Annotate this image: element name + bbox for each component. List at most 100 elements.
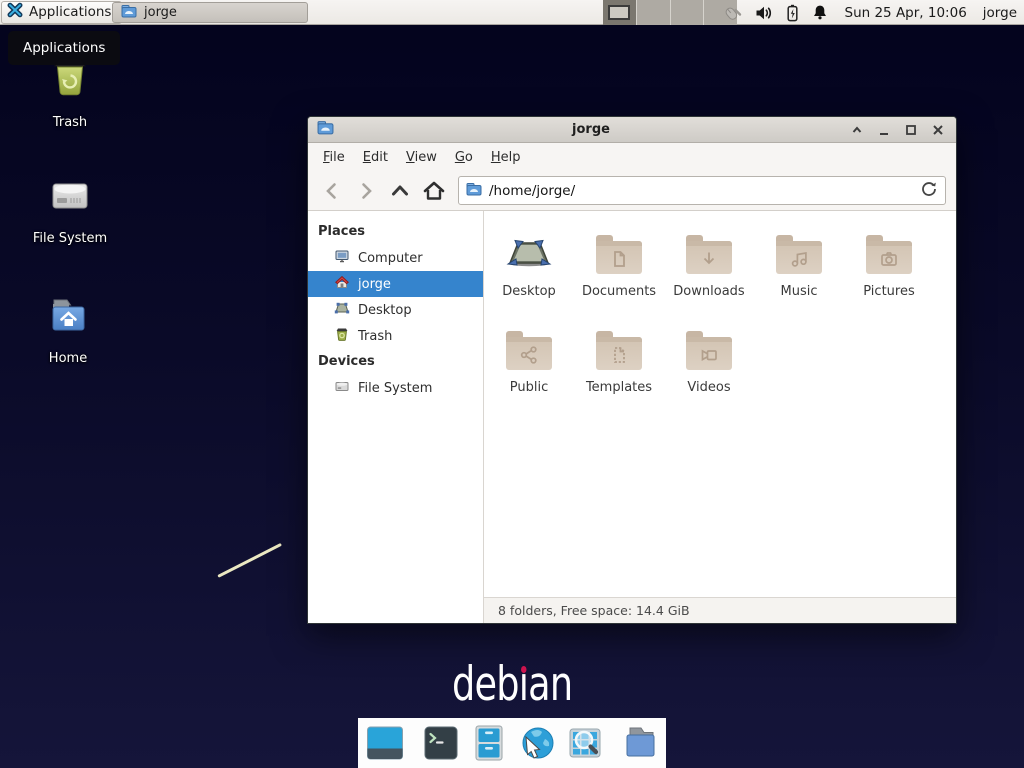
web-browser-icon[interactable] [517,723,557,763]
file-manager-window: jorge File Edit View Go Help [307,116,957,624]
home-button[interactable] [420,177,448,205]
workspace-window-preview [608,5,630,20]
file-label: Pictures [863,284,914,299]
menu-help[interactable]: Help [482,146,530,169]
file-documents[interactable]: Documents [574,229,664,299]
window-folder-icon [317,120,334,139]
show-desktop-icon[interactable] [365,723,405,763]
system-tray: Sun 25 Apr, 10:06 jorge [722,0,1018,25]
bottom-dock [358,718,666,768]
minimize-button[interactable] [875,121,893,139]
back-button[interactable] [318,177,346,205]
mouse-device-icon[interactable] [722,4,742,22]
workspace-2[interactable] [637,0,671,25]
trash-mini-icon [334,326,350,346]
status-text: 8 folders, Free space: 14.4 GiB [498,603,690,618]
folder-icon [121,4,137,22]
file-label: Music [781,284,818,299]
desktop-icon-home[interactable]: Home [20,292,116,366]
panel-clock[interactable]: Sun 25 Apr, 10:06 [845,5,967,21]
wallpaper-line-artifact [217,543,282,578]
workspace-1[interactable] [603,0,637,25]
videos-folder-icon [686,337,732,370]
location-path[interactable]: /home/jorge/ [489,183,913,199]
path-folder-icon [466,182,482,200]
pictures-folder-icon [866,241,912,274]
reload-icon[interactable] [920,180,938,202]
file-cabinet-icon[interactable] [469,723,509,763]
sidebar-item-jorge[interactable]: jorge [308,271,483,297]
forward-button[interactable] [352,177,380,205]
menu-view[interactable]: View [397,146,446,169]
file-view: Desktop Documents [484,211,956,597]
terminal-icon[interactable] [421,723,461,763]
sidebar-item-file-system[interactable]: File System [308,375,483,401]
workspace-pager [603,0,737,25]
file-pictures[interactable]: Pictures [844,229,934,299]
drive-mini-icon [334,378,350,398]
panel-username[interactable]: jorge [983,5,1017,21]
public-folder-icon [506,337,552,370]
music-folder-icon [776,241,822,274]
top-panel: Applications jorge [0,0,1024,25]
debian-red-dot-icon [521,666,526,673]
toolbar: /home/jorge/ [308,171,956,211]
home-folder-icon [43,292,93,344]
taskbar-window-button[interactable]: jorge [112,2,308,23]
menu-edit[interactable]: Edit [354,146,397,169]
file-label: Downloads [673,284,744,299]
window-title: jorge [334,122,848,137]
sidebar-item-desktop[interactable]: Desktop [308,297,483,323]
app-finder-icon[interactable] [565,723,605,763]
sidebar-item-computer[interactable]: Computer [308,245,483,271]
status-bar: 8 folders, Free space: 14.4 GiB [484,597,956,623]
debian-text-right: an [528,657,572,712]
window-titlebar[interactable]: jorge [308,117,956,143]
desktop-screen: Applications jorge [0,0,1024,768]
close-button[interactable] [929,121,947,139]
places-header: Places [308,219,483,245]
places-sidebar: Places Computer [308,211,484,623]
menu-bar: File Edit View Go Help [308,143,956,171]
devices-header: Devices [308,349,483,375]
file-label: Public [510,380,548,395]
desktop-icon-label: File System [33,231,107,246]
up-button[interactable] [386,177,414,205]
applications-tooltip: Applications [8,31,120,65]
battery-charging-icon[interactable] [786,4,799,22]
file-templates[interactable]: Templates [574,325,664,395]
desktop-mini-icon [334,300,350,320]
maximize-button[interactable] [902,121,920,139]
desktop-icon-label: Home [49,351,87,366]
hard-drive-icon [45,172,95,224]
file-label: Desktop [502,284,556,299]
file-public[interactable]: Public [484,325,574,395]
sidebar-item-label: Desktop [358,303,412,318]
file-label: Templates [586,380,652,395]
downloads-folder-icon [686,241,732,274]
location-bar[interactable]: /home/jorge/ [458,176,946,205]
file-downloads[interactable]: Downloads [664,229,754,299]
workspace-3[interactable] [671,0,705,25]
applications-menu-button[interactable]: Applications [1,1,122,24]
home-icon [334,274,350,294]
desktop-icon-file-system[interactable]: File System [22,172,118,246]
debian-wordmark: debıan [452,661,572,708]
menu-go[interactable]: Go [446,146,482,169]
desktop-icon-label: Trash [53,115,87,130]
volume-icon[interactable] [755,5,773,21]
shade-button[interactable] [848,121,866,139]
file-manager-icon[interactable] [621,723,661,763]
file-desktop[interactable]: Desktop [484,229,574,299]
notification-bell-icon[interactable] [812,4,828,21]
menu-file[interactable]: File [314,146,354,169]
sidebar-item-trash[interactable]: Trash [308,323,483,349]
taskbar-window-label: jorge [144,5,177,20]
file-music[interactable]: Music [754,229,844,299]
file-label: Videos [687,380,730,395]
documents-folder-icon [596,241,642,274]
file-videos[interactable]: Videos [664,325,754,395]
computer-icon [334,248,350,268]
sidebar-item-label: Computer [358,251,423,266]
desktop-folder-icon [505,227,553,279]
